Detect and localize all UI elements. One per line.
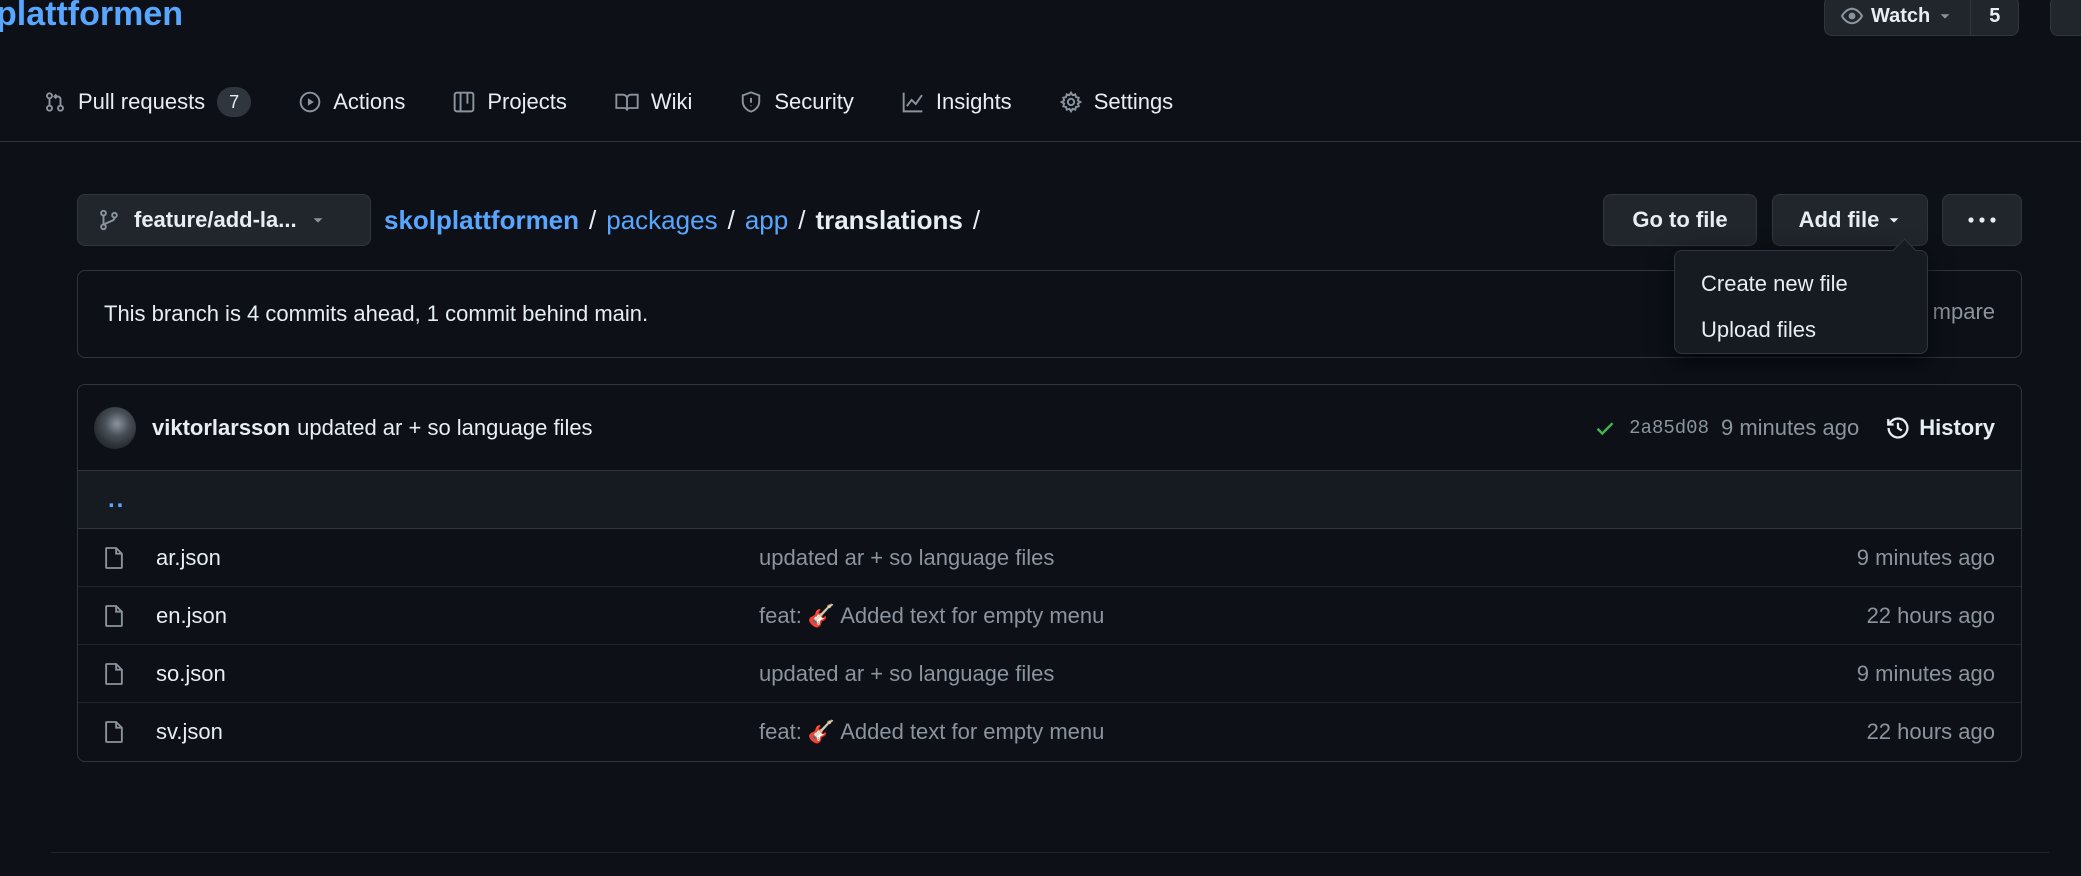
breadcrumb-separator: / xyxy=(727,204,735,235)
file-commit-age: 9 minutes ago xyxy=(1856,660,1995,686)
go-to-file-button[interactable]: Go to file xyxy=(1603,194,1757,246)
tab-label: Pull requests xyxy=(78,89,206,114)
file-icon xyxy=(104,604,124,628)
history-link[interactable]: History xyxy=(1885,415,1995,441)
file-listing: viktorlarsson updated ar + so language f… xyxy=(77,384,2022,762)
tab-label: Wiki xyxy=(650,89,693,114)
git-pull-request-icon xyxy=(44,91,66,113)
gear-icon xyxy=(1059,91,1082,113)
tab-label: Security xyxy=(774,89,854,114)
table-row: en.json feat: 🎸 Added text for empty men… xyxy=(78,587,2021,645)
file-name-link[interactable]: sv.json xyxy=(156,719,223,745)
tab-projects[interactable]: Projects xyxy=(449,80,592,124)
file-name-link[interactable]: en.json xyxy=(156,603,227,629)
file-commit-age: 22 hours ago xyxy=(1866,602,1995,628)
footer-divider xyxy=(51,852,2049,853)
watch-group: Watch 5 xyxy=(1824,0,2020,36)
commit-sha-link[interactable]: 2a85d08 xyxy=(1629,417,1709,439)
tab-label: Settings xyxy=(1093,89,1174,114)
breadcrumb-link-packages[interactable]: packages xyxy=(606,205,717,236)
file-name-link[interactable]: so.json xyxy=(156,661,226,687)
shield-icon xyxy=(740,91,762,113)
breadcrumb-separator: / xyxy=(589,204,597,235)
watch-count[interactable]: 5 xyxy=(1971,0,2018,35)
menu-item-create-new-file[interactable]: Create new file xyxy=(1675,261,1927,307)
file-commit-message-link[interactable]: updated ar + so language files xyxy=(759,545,1054,571)
commit-meta: 2a85d08 9 minutes ago History xyxy=(1593,415,1995,441)
graph-icon xyxy=(902,91,924,113)
branch-name: feature/add-la... xyxy=(134,207,297,232)
watch-button[interactable]: Watch xyxy=(1825,0,1972,35)
tab-label: Insights xyxy=(935,89,1012,114)
repo-name-link[interactable]: plattformen xyxy=(0,0,183,34)
tab-pull-requests[interactable]: Pull requests 7 xyxy=(40,80,277,124)
chevron-down-icon xyxy=(1887,213,1901,227)
menu-item-upload-files[interactable]: Upload files xyxy=(1675,307,1927,353)
file-icon xyxy=(104,720,124,744)
branch-status-text: This branch is 4 commits ahead, 1 commit… xyxy=(104,301,649,326)
table-row: sv.json feat: 🎸 Added text for empty men… xyxy=(78,703,2021,761)
file-commit-age: 9 minutes ago xyxy=(1856,544,1995,570)
table-icon xyxy=(453,91,475,113)
branch-select-button[interactable]: feature/add-la... xyxy=(77,194,371,246)
watch-label: Watch xyxy=(1871,4,1931,27)
tab-wiki[interactable]: Wiki xyxy=(611,80,719,124)
check-icon[interactable] xyxy=(1593,416,1617,440)
eye-icon xyxy=(1841,5,1863,27)
compare-link[interactable]: mpare xyxy=(1933,299,1995,325)
add-file-menu: Create new file Upload files xyxy=(1674,250,1928,354)
repo-nav-tabs: Pull requests 7 Actions Projects Wiki Se… xyxy=(40,80,1217,124)
table-row: ar.json updated ar + so language files 9… xyxy=(78,529,2021,587)
history-label: History xyxy=(1919,414,1995,440)
breadcrumb-separator: / xyxy=(972,204,981,235)
tab-settings[interactable]: Settings xyxy=(1056,80,1200,124)
git-branch-icon xyxy=(98,209,120,231)
tab-label: Projects xyxy=(487,89,567,114)
commit-message-link[interactable]: updated ar + so language files xyxy=(297,415,592,441)
file-icon xyxy=(104,546,124,570)
file-commit-message-link[interactable]: updated ar + so language files xyxy=(759,661,1054,687)
more-options-button[interactable] xyxy=(1942,194,2022,246)
commit-age: 9 minutes ago xyxy=(1721,414,1860,440)
chevron-down-icon xyxy=(1938,9,1952,23)
breadcrumb-current: translations xyxy=(815,204,963,235)
commit-author-link[interactable]: viktorlarsson xyxy=(152,415,290,441)
kebab-horizontal-icon xyxy=(1967,216,1997,224)
file-commit-message-link[interactable]: feat: 🎸 Added text for empty menu xyxy=(759,603,1104,629)
chevron-down-icon xyxy=(311,213,325,227)
repo-header: plattformen Watch 5 Pull requests 7 Acti… xyxy=(0,0,2081,142)
tab-insights[interactable]: Insights xyxy=(898,80,1038,124)
latest-commit-row: viktorlarsson updated ar + so language f… xyxy=(78,385,2021,471)
avatar[interactable] xyxy=(94,406,136,449)
file-icon xyxy=(104,662,124,686)
book-icon xyxy=(615,91,639,113)
breadcrumb: skolplattformen / packages / app / trans… xyxy=(384,202,980,238)
file-name-link[interactable]: ar.json xyxy=(156,545,221,571)
breadcrumb-separator: / xyxy=(798,204,806,235)
file-commit-message-link[interactable]: feat: 🎸 Added text for empty menu xyxy=(759,719,1104,745)
pull-request-counter: 7 xyxy=(217,87,252,117)
add-file-label: Add file xyxy=(1798,207,1880,232)
history-icon xyxy=(1885,415,1911,441)
tab-security[interactable]: Security xyxy=(736,80,879,124)
breadcrumb-link-app[interactable]: app xyxy=(745,205,788,236)
play-icon xyxy=(299,91,321,113)
tab-label: Actions xyxy=(333,89,406,114)
table-row: so.json updated ar + so language files 9… xyxy=(78,645,2021,703)
star-button[interactable] xyxy=(2050,0,2081,36)
breadcrumb-root-link[interactable]: skolplattformen xyxy=(384,205,579,236)
parent-directory-link[interactable]: .. xyxy=(78,471,2021,529)
tab-actions[interactable]: Actions xyxy=(295,80,431,124)
file-commit-age: 22 hours ago xyxy=(1866,719,1995,744)
